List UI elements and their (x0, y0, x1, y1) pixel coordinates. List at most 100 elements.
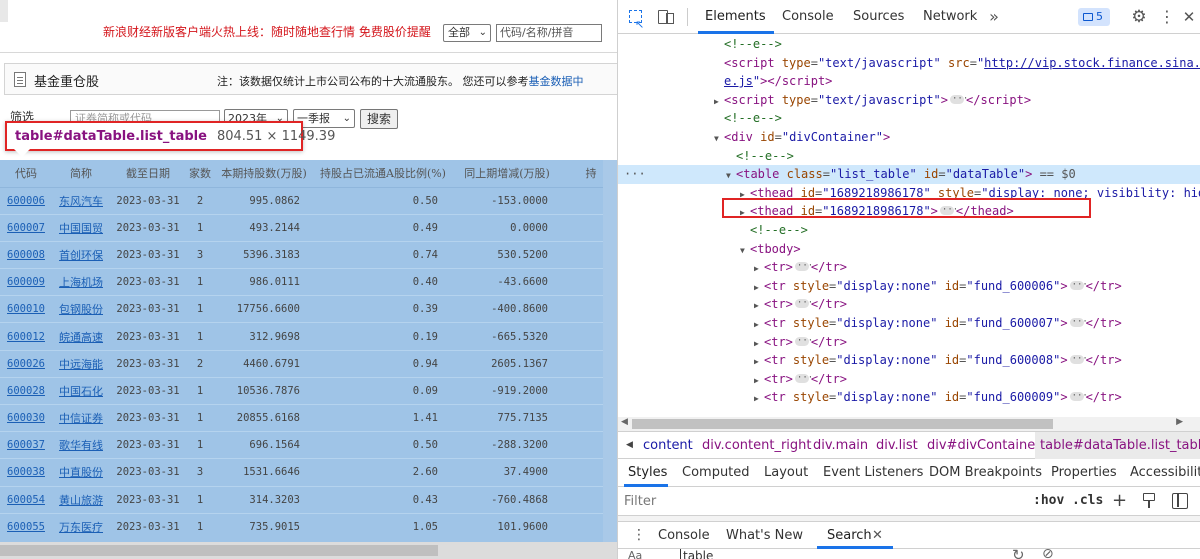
dom-node-table-selected[interactable]: ··· ▼ <table class="list_table" id="dataTa… (618, 165, 1200, 184)
drawer-tab-console[interactable]: Console (658, 522, 710, 549)
stock-code-link[interactable]: 600030 (7, 412, 45, 424)
stock-name-link[interactable]: 中国国贸 (59, 222, 103, 235)
stock-name-link[interactable]: 皖通高速 (59, 331, 103, 344)
stock-code-link[interactable]: 600038 (7, 466, 45, 478)
scroll-left-icon[interactable]: ◀ (621, 417, 628, 427)
tab-elements[interactable]: Elements (705, 0, 766, 34)
stock-code-link[interactable]: 600007 (7, 222, 45, 234)
search-drawer-input[interactable]: table (680, 549, 713, 559)
market-select[interactable]: 全部 ⌄ (443, 24, 491, 42)
stock-name-link[interactable]: 中直股份 (59, 466, 103, 479)
dom-comment[interactable]: <!--e--> (618, 221, 1200, 240)
stock-name-link[interactable]: 歌华有线 (59, 439, 103, 452)
column-header[interactable]: 持股占已流通A股比例(%) (314, 160, 452, 188)
tab-properties[interactable]: Properties (1051, 459, 1117, 487)
more-actions-icon[interactable]: ··· (624, 165, 646, 184)
page-vertical-scrollbar[interactable] (603, 160, 617, 542)
dom-node-tr[interactable]: ▶ <tr> </tr> (618, 257, 1200, 277)
breadcrumb-item-active[interactable]: table#dataTable.list_table (1035, 432, 1200, 459)
dom-node-div[interactable]: ▼ <div id="divContainer"> (618, 128, 1200, 147)
column-header[interactable]: 家数 (186, 160, 214, 188)
stock-name-link[interactable]: 万东医疗 (59, 521, 103, 534)
styles-filter-input[interactable]: Filter (624, 494, 656, 509)
column-header[interactable]: 截至日期 (110, 160, 186, 188)
inspect-element-icon[interactable]: ↖ (626, 7, 646, 31)
stock-code-link[interactable]: 600055 (7, 521, 45, 533)
dom-node-tr-hidden[interactable]: ▶ <tr style="display:none" id="fund_60000… (618, 313, 1200, 333)
stock-code-link[interactable]: 600012 (7, 331, 45, 343)
dom-node-tr[interactable]: ▶ <tr> </tr> (618, 369, 1200, 389)
stock-name-link[interactable]: 中远海能 (59, 358, 103, 371)
stock-code-link[interactable]: 600010 (7, 303, 45, 315)
stock-name-link[interactable]: 上海机场 (59, 276, 103, 289)
scrollbar-thumb[interactable] (632, 419, 1053, 429)
dom-node-tbody[interactable]: ▼ <tbody> (618, 240, 1200, 259)
stock-code-link[interactable]: 600026 (7, 358, 45, 370)
breadcrumb-scroll-left-icon[interactable]: ◀ (626, 432, 633, 459)
tab-dom-breakpoints[interactable]: DOM Breakpoints (929, 459, 1042, 487)
dom-comment[interactable]: <!--e--> (618, 147, 1200, 166)
stock-name-link[interactable]: 黄山旅游 (59, 494, 103, 507)
dom-node-script-cont[interactable]: e.js"></script> (618, 72, 1200, 91)
add-style-rule-icon[interactable]: + (1112, 490, 1127, 511)
column-header[interactable]: 同上期增减(万股) (452, 160, 562, 188)
tab-computed[interactable]: Computed (682, 459, 750, 487)
paintbrush-icon[interactable] (1142, 493, 1156, 509)
dom-node-script[interactable]: ▶ <script type="text/javascript"> </script… (618, 90, 1200, 110)
stock-code-link[interactable]: 600008 (7, 249, 45, 261)
dom-node-tr-hidden[interactable]: ▶ <tr style="display:none" id="fund_60000… (618, 350, 1200, 370)
drawer-tab-whats-new[interactable]: What's New (726, 522, 803, 549)
issues-badge[interactable]: 5 (1078, 8, 1110, 26)
drawer-menu-icon[interactable]: ⋮ (632, 522, 646, 549)
tab-network[interactable]: Network (923, 0, 977, 34)
close-icon[interactable]: ✕ (872, 522, 883, 549)
stock-name-link[interactable]: 东风汽车 (59, 195, 103, 208)
tab-layout[interactable]: Layout (764, 459, 808, 487)
dom-node-tr[interactable]: ▶ <tr> </tr> (618, 332, 1200, 352)
more-tabs-icon[interactable]: » (984, 7, 1004, 27)
stock-name-link[interactable]: 首创环保 (59, 249, 103, 262)
breadcrumb-item[interactable]: div.main (813, 432, 868, 459)
stock-name-link[interactable]: 包钢股份 (59, 303, 103, 316)
stock-code-link[interactable]: 600009 (7, 276, 45, 288)
search-button[interactable]: 搜索 (360, 109, 398, 129)
device-toolbar-icon[interactable] (656, 7, 676, 27)
dom-node-tr[interactable]: ▶ <tr> </tr> (618, 294, 1200, 314)
column-header[interactable]: 简称 (52, 160, 110, 188)
promo-link[interactable]: 新浪财经新版客户端火热上线：随时随地查行情 免费股价提醒 (103, 23, 431, 40)
dom-horizontal-scrollbar[interactable]: ◀ ▶ (618, 417, 1200, 431)
clear-icon[interactable]: ⊘ (1042, 549, 1054, 559)
stock-code-link[interactable]: 600006 (7, 195, 45, 207)
match-case-icon[interactable]: Aa (628, 549, 642, 559)
breadcrumb-item[interactable]: div.list (876, 432, 918, 459)
toggle-sidebar-icon[interactable] (1172, 493, 1188, 509)
stock-search-input[interactable]: 代码/名称/拼音 (496, 24, 602, 42)
tab-accessibility[interactable]: Accessibility (1130, 459, 1200, 487)
column-header[interactable]: 本期持股数(万股) (214, 160, 314, 188)
dom-node-tr-hidden[interactable]: ▶ <tr style="display:none" id="fund_60000… (618, 387, 1200, 407)
stock-code-link[interactable]: 600037 (7, 439, 45, 451)
tab-sources[interactable]: Sources (853, 0, 904, 34)
scrollbar-thumb[interactable] (0, 545, 438, 556)
refresh-icon[interactable]: ↻ (1012, 549, 1025, 559)
page-horizontal-scrollbar[interactable] (0, 542, 617, 559)
class-toggle-button[interactable]: .cls (1072, 493, 1103, 508)
more-options-icon[interactable]: ⋮ (1157, 7, 1177, 27)
stock-code-link[interactable]: 600054 (7, 494, 45, 506)
dom-node-script[interactable]: <script type="text/javascript" src="http… (618, 54, 1200, 73)
close-icon[interactable]: ✕ (1179, 7, 1199, 27)
stock-name-link[interactable]: 中国石化 (59, 385, 103, 398)
breadcrumb-item[interactable]: div.content_right (702, 432, 812, 459)
tab-console[interactable]: Console (782, 0, 834, 34)
gear-icon[interactable]: ⚙ (1129, 7, 1149, 27)
hover-state-button[interactable]: :hov (1033, 493, 1064, 508)
dom-node-tr-hidden[interactable]: ▶ <tr style="display:none" id="fund_60000… (618, 276, 1200, 296)
breadcrumb-item[interactable]: div#divContainer (927, 432, 1041, 459)
breadcrumb-item[interactable]: content (643, 432, 693, 459)
column-header[interactable]: 代码 (0, 160, 52, 188)
tab-event-listeners[interactable]: Event Listeners (823, 459, 923, 487)
scroll-right-icon[interactable]: ▶ (1176, 417, 1197, 427)
tab-styles[interactable]: Styles (628, 459, 667, 487)
stock-code-link[interactable]: 600028 (7, 385, 45, 397)
dom-comment[interactable]: <!--e--> (618, 35, 1200, 54)
